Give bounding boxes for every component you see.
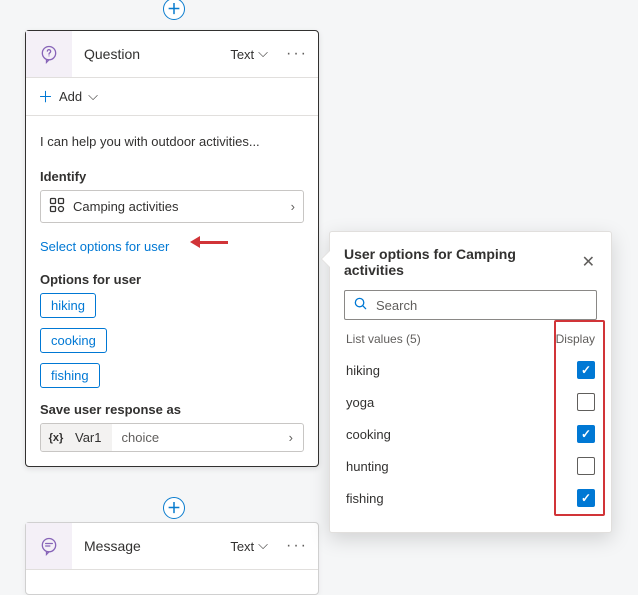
- chevron-down-icon: ⌵: [258, 537, 268, 553]
- list-item: fishing ✓: [344, 482, 597, 514]
- chevron-down-icon: ⌵: [258, 45, 268, 61]
- option-chip[interactable]: fishing: [40, 363, 100, 388]
- display-checkbox[interactable]: [577, 393, 595, 411]
- list-item: hunting: [344, 450, 597, 482]
- entity-icon: [49, 197, 65, 216]
- add-node-button-top[interactable]: ＋: [163, 0, 185, 20]
- question-icon: [26, 31, 72, 77]
- variable-icon: {x}: [41, 424, 71, 451]
- question-card-body: I can help you with outdoor activities..…: [26, 116, 318, 466]
- chevron-right-icon: ›: [279, 430, 303, 445]
- message-card-title: Message: [72, 538, 230, 554]
- options-for-user-label: Options for user: [40, 272, 304, 287]
- search-input[interactable]: [376, 298, 588, 313]
- list-item-label: yoga: [346, 395, 374, 410]
- question-card: Question Text ⌵ ··· ＋ Add ⌵ I can help y…: [25, 30, 319, 467]
- list-item-label: fishing: [346, 491, 384, 506]
- identify-value: Camping activities: [73, 199, 179, 214]
- display-checkbox[interactable]: [577, 457, 595, 475]
- prompt-text[interactable]: I can help you with outdoor activities..…: [40, 126, 304, 163]
- user-options-popover: User options for Camping activities ✕ Li…: [329, 231, 612, 533]
- type-selector[interactable]: Text ⌵: [230, 538, 276, 554]
- message-icon: [26, 523, 72, 569]
- option-chip[interactable]: cooking: [40, 328, 107, 353]
- add-row-button[interactable]: ＋ Add ⌵: [26, 78, 318, 116]
- list-values-header: List values (5): [346, 332, 421, 346]
- option-chip-list: hiking cooking fishing: [40, 293, 304, 388]
- save-response-label: Save user response as: [40, 402, 304, 417]
- message-card-header: Message Text ⌵ ···: [26, 523, 318, 570]
- display-checkbox[interactable]: ✓: [577, 489, 595, 507]
- close-icon[interactable]: ✕: [580, 252, 597, 272]
- type-label: Text: [230, 47, 254, 62]
- question-card-header: Question Text ⌵ ···: [26, 31, 318, 78]
- select-options-link[interactable]: Select options for user: [40, 235, 169, 258]
- identify-label: Identify: [40, 169, 304, 184]
- variable-name: Var1: [71, 424, 112, 451]
- list-item: hiking ✓: [344, 354, 597, 386]
- list-item: cooking ✓: [344, 418, 597, 450]
- more-menu-button[interactable]: ···: [276, 537, 318, 555]
- type-label: Text: [230, 539, 254, 554]
- list-item-label: cooking: [346, 427, 391, 442]
- type-selector[interactable]: Text ⌵: [230, 46, 276, 62]
- display-column-header: Display: [556, 332, 595, 346]
- add-label: Add: [59, 89, 82, 104]
- list-item: yoga: [344, 386, 597, 418]
- search-box[interactable]: [344, 290, 597, 320]
- chevron-down-icon: ⌵: [88, 88, 98, 104]
- options-list: hiking ✓ yoga cooking ✓ hunting fishing …: [344, 354, 597, 514]
- more-menu-button[interactable]: ···: [276, 45, 318, 63]
- option-chip[interactable]: hiking: [40, 293, 96, 318]
- chevron-right-icon: ›: [291, 199, 295, 214]
- variable-type: choice: [112, 424, 170, 451]
- display-checkbox[interactable]: ✓: [577, 361, 595, 379]
- message-card: Message Text ⌵ ···: [25, 522, 319, 595]
- list-item-label: hunting: [346, 459, 389, 474]
- display-checkbox[interactable]: ✓: [577, 425, 595, 443]
- popover-title: User options for Camping activities: [344, 246, 580, 278]
- plus-icon: ＋: [38, 86, 53, 107]
- variable-picker[interactable]: {x} Var1 choice ›: [40, 423, 304, 452]
- list-item-label: hiking: [346, 363, 380, 378]
- search-icon: [353, 296, 368, 314]
- identify-entity-picker[interactable]: Camping activities ›: [40, 190, 304, 223]
- add-node-button-below[interactable]: ＋: [163, 497, 185, 519]
- question-card-title: Question: [72, 46, 230, 62]
